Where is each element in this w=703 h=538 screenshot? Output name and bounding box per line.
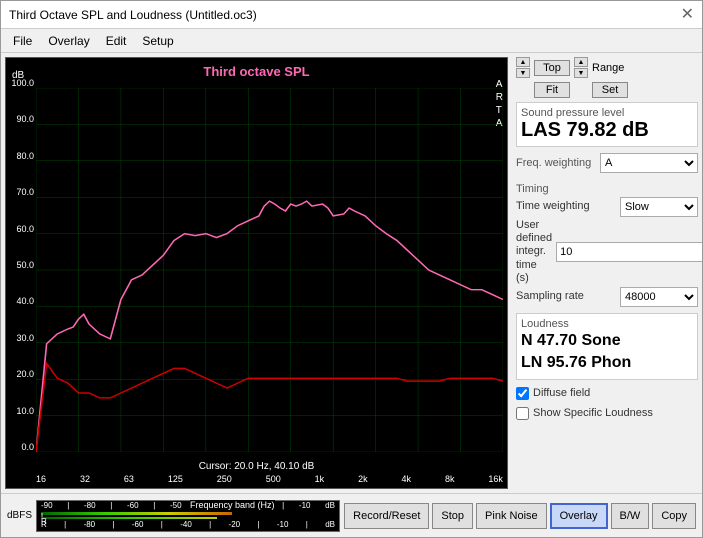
time-weighting-row: Time weighting Slow Fast Impulse [516, 197, 698, 217]
meter-r-fill [41, 517, 217, 519]
integr-time-input[interactable] [556, 242, 702, 262]
fit-controls: Fit Set [516, 82, 698, 98]
menu-setup[interactable]: Setup [134, 32, 181, 50]
sampling-rate-row: Sampling rate 48000 44100 96000 [516, 287, 698, 307]
freq-weighting-select[interactable]: A C Z [600, 153, 698, 173]
top-button[interactable]: Top [534, 60, 570, 76]
bw-button[interactable]: B/W [611, 503, 650, 529]
spl-value: LAS 79.82 dB [521, 119, 693, 142]
record-reset-button[interactable]: Record/Reset [344, 503, 429, 529]
meter-l-fill [41, 512, 232, 514]
sampling-rate-select[interactable]: 48000 44100 96000 [620, 287, 698, 307]
copy-button[interactable]: Copy [652, 503, 696, 529]
loudness-section: Loudness N 47.70 Sone LN 95.76 Phon [516, 313, 698, 380]
spl-label: Sound pressure level [521, 107, 693, 119]
chart-cursor: Cursor: 20.0 Hz, 40.10 dB [199, 461, 315, 472]
sampling-rate-label: Sampling rate [516, 290, 616, 303]
time-weighting-select[interactable]: Slow Fast Impulse [620, 197, 698, 217]
integr-time-row: User defined integr. time (s) [516, 219, 698, 285]
meter-top-labels: -90 | -80 | -60 | -50 | -30 | -20 | -10 … [37, 501, 339, 512]
overlay-button[interactable]: Overlay [550, 503, 608, 529]
loudness-value-phon: LN 95.76 Phon [521, 352, 693, 374]
bottom-bar: dBFS -90 | -80 | -60 | -50 | -30 | -20 |… [1, 493, 702, 537]
close-button[interactable]: ✕ [681, 7, 694, 23]
bottom-buttons: Record/Reset Stop Pink Noise Overlay B/W… [344, 503, 696, 529]
top-spin: ▲ ▼ [516, 57, 530, 78]
range-spin: ▲ ▼ [574, 57, 588, 78]
meter-r-bar: R [41, 517, 335, 519]
spl-section: Sound pressure level LAS 79.82 dB [516, 102, 698, 147]
freq-weighting-label: Freq. weighting [516, 157, 596, 169]
chart-title: Third octave SPL [6, 64, 507, 79]
chart-area: Third octave SPL ARTA dB 100.0 90.0 80.0… [5, 57, 508, 489]
meter-bot-labels: R | -80 | -60 | -40 | -20 | -10 | dB [37, 520, 339, 531]
menu-edit[interactable]: Edit [98, 32, 135, 50]
chart-xaxis: 16 32 63 125 250 500 1k 2k 4k 8k 16k [36, 474, 503, 484]
show-specific-row: Show Specific Loudness [516, 407, 698, 420]
loudness-header: Loudness [521, 318, 693, 330]
range-spin-up[interactable]: ▲ [574, 57, 588, 67]
show-specific-checkbox[interactable] [516, 407, 529, 420]
range-spin-down[interactable]: ▼ [574, 68, 588, 78]
right-panel: ▲ ▼ Top ▲ ▼ Range Fit Set Sound pressure… [512, 53, 702, 493]
time-weighting-label: Time weighting [516, 200, 616, 213]
loudness-value-sone: N 47.70 Sone [521, 330, 693, 352]
dbfs-label: dBFS [7, 510, 32, 521]
diffuse-field-row: Diffuse field [516, 387, 698, 400]
menu-file[interactable]: File [5, 32, 40, 50]
chart-yaxis: 100.0 90.0 80.0 70.0 60.0 50.0 40.0 30.0… [6, 78, 36, 452]
window-title: Third Octave SPL and Loudness (Untitled.… [9, 8, 257, 22]
meter-r-label: R [41, 517, 47, 527]
main-content: Third octave SPL ARTA dB 100.0 90.0 80.0… [1, 53, 702, 493]
menu-bar: File Overlay Edit Setup [1, 29, 702, 53]
level-meter: -90 | -80 | -60 | -50 | -30 | -20 | -10 … [36, 500, 340, 532]
main-window: Third Octave SPL and Loudness (Untitled.… [0, 0, 703, 538]
timing-header: Timing [516, 183, 698, 195]
meter-l-bar: L [41, 512, 335, 514]
set-button[interactable]: Set [592, 82, 628, 98]
title-bar: Third Octave SPL and Loudness (Untitled.… [1, 1, 702, 29]
range-label: Range [592, 62, 624, 74]
pink-noise-button[interactable]: Pink Noise [476, 503, 547, 529]
freq-weighting-row: Freq. weighting A C Z [516, 151, 698, 175]
show-specific-label: Show Specific Loudness [533, 407, 653, 419]
top-spin-up[interactable]: ▲ [516, 57, 530, 67]
timing-section: Timing Time weighting Slow Fast Impulse … [516, 179, 698, 307]
fit-button[interactable]: Fit [534, 82, 570, 98]
freq-band-label: Frequency band (Hz) [190, 500, 275, 510]
top-controls: ▲ ▼ Top ▲ ▼ Range [516, 57, 698, 78]
stop-button[interactable]: Stop [432, 503, 473, 529]
chart-svg [36, 88, 503, 452]
menu-overlay[interactable]: Overlay [40, 32, 97, 50]
diffuse-field-checkbox[interactable] [516, 387, 529, 400]
top-spin-down[interactable]: ▼ [516, 68, 530, 78]
diffuse-field-label: Diffuse field [533, 387, 590, 399]
integr-time-label: User defined integr. time (s) [516, 219, 552, 285]
